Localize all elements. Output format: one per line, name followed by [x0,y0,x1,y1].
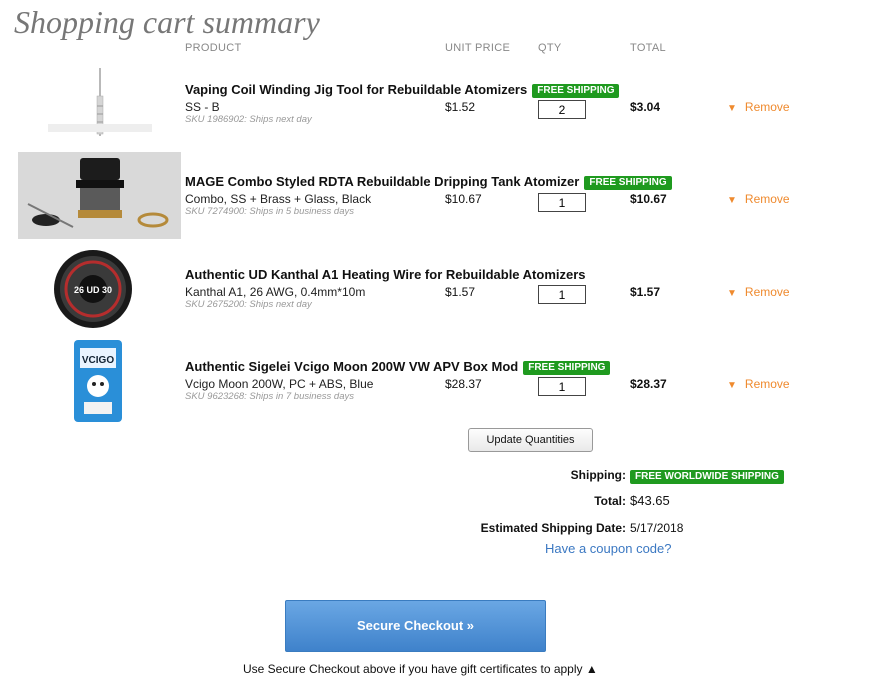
secure-checkout-button[interactable]: Secure Checkout » [285,600,546,652]
product-variant: Combo, SS + Brass + Glass, Black [185,192,372,206]
remove-label: Remove [744,100,790,114]
quantity-input[interactable] [538,193,586,212]
product-name[interactable]: Authentic Sigelei Vcigo Moon 200W VW APV… [185,359,611,375]
update-quantities-button[interactable]: Update Quantities [468,428,593,452]
product-variant: Vcigo Moon 200W, PC + ABS, Blue [185,377,374,391]
remove-label: Remove [744,192,790,206]
shipping-label: Shipping: [570,468,626,482]
gift-certificate-note: Use Secure Checkout above if you have gi… [243,662,598,676]
quantity-input[interactable] [538,100,586,119]
free-shipping-badge: FREE SHIPPING [523,361,611,375]
product-sku: SKU 7274900: Ships in 5 business days [185,206,354,217]
box-mod-label-text: VCIGO [82,355,114,366]
coupon-code-link[interactable]: Have a coupon code? [545,541,671,556]
box-mod-image[interactable]: VCIGO [70,338,126,424]
free-shipping-badge: FREE SHIPPING [532,84,620,98]
winding-jig-image[interactable] [40,66,160,138]
estimated-shipping-date: 5/17/2018 [630,521,684,535]
rdta-atomizer-image[interactable] [18,152,181,239]
remove-link[interactable]: ▼ Remove [727,377,790,391]
order-total: $43.65 [630,493,670,508]
triangle-down-icon: ▼ [727,380,737,391]
unit-price: $28.37 [445,377,482,391]
triangle-down-icon: ▼ [727,195,737,206]
product-sku: SKU 1986902: Ships next day [185,114,312,125]
cart-item-row: 26 UD 30 Authentic UD Kanthal A1 Heating… [0,246,875,338]
line-total: $1.57 [630,285,661,299]
remove-label: Remove [744,285,790,299]
cart-item-row: MAGE Combo Styled RDTA Rebuildable Dripp… [0,152,875,244]
product-sku: SKU 9623268: Ships in 7 business days [185,391,354,402]
unit-price: $1.52 [445,100,476,114]
line-total: $3.04 [630,100,661,114]
unit-price: $10.67 [445,192,482,206]
column-header-product: PRODUCT [185,42,242,54]
product-name-text: MAGE Combo Styled RDTA Rebuildable Dripp… [185,174,580,189]
free-shipping-badge: FREE SHIPPING [584,176,672,190]
product-name-text: Authentic Sigelei Vcigo Moon 200W VW APV… [185,359,519,374]
column-header-unit-price: UNIT PRICE [445,42,511,54]
wire-spool-image[interactable]: 26 UD 30 [52,248,134,330]
triangle-down-icon: ▼ [727,288,737,299]
quantity-input[interactable] [538,285,586,304]
remove-label: Remove [744,377,790,391]
remove-link[interactable]: ▼ Remove [727,192,790,206]
page-title: Shopping cart summary [14,4,320,40]
product-name[interactable]: Authentic UD Kanthal A1 Heating Wire for… [185,267,586,282]
total-label: Total: [594,494,626,508]
product-variant: Kanthal A1, 26 AWG, 0.4mm*10m [185,285,366,299]
product-sku: SKU 2675200: Ships next day [185,299,312,310]
free-worldwide-shipping-badge: FREE WORLDWIDE SHIPPING [630,470,784,484]
line-total: $28.37 [630,377,667,391]
quantity-input[interactable] [538,377,586,396]
product-name[interactable]: Vaping Coil Winding Jig Tool for Rebuild… [185,82,620,98]
cart-item-row: VCIGO Authentic Sigelei Vcigo Moon 200W … [0,338,875,430]
product-name-text: Authentic UD Kanthal A1 Heating Wire for… [185,267,586,282]
triangle-down-icon: ▼ [727,103,737,114]
spool-label-text: 26 UD 30 [74,285,112,295]
estimated-shipping-date-label: Estimated Shipping Date: [480,521,626,535]
line-total: $10.67 [630,192,667,206]
product-name-text: Vaping Coil Winding Jig Tool for Rebuild… [185,82,528,97]
shipping-value: FREE WORLDWIDE SHIPPING [630,467,784,485]
remove-link[interactable]: ▼ Remove [727,100,790,114]
product-variant: SS - B [185,100,220,114]
unit-price: $1.57 [445,285,476,299]
product-name[interactable]: MAGE Combo Styled RDTA Rebuildable Dripp… [185,174,672,190]
cart-item-row: Vaping Coil Winding Jig Tool for Rebuild… [0,62,875,154]
column-header-total: TOTAL [630,42,666,54]
column-header-qty: QTY [538,42,562,54]
remove-link[interactable]: ▼ Remove [727,285,790,299]
